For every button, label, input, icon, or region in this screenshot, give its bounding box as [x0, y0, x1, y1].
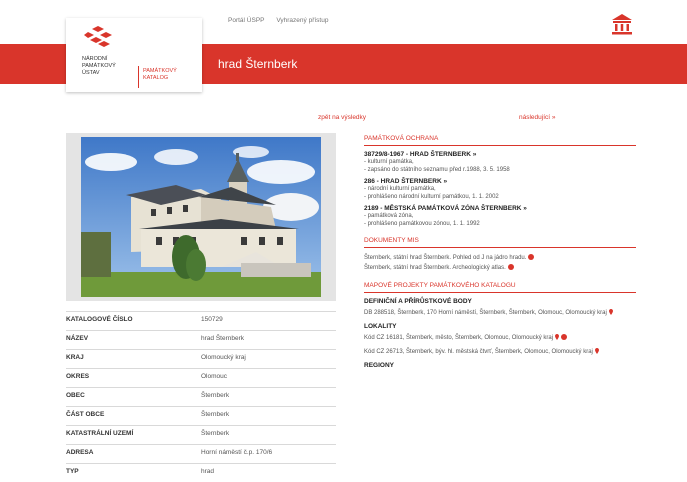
localities-heading: LOKALITY: [364, 323, 397, 330]
property-value: Olomouc: [201, 373, 228, 380]
protection-entry-line: - národní kulturní památka,: [364, 186, 436, 192]
locality-item: Kód CZ 26713, Šternberk, býv. hl. městsk…: [364, 348, 636, 356]
property-row: OKRES Olomouc: [66, 368, 336, 387]
nav-portal-link[interactable]: Portál ÚSPP: [228, 17, 265, 24]
photo-frame: [66, 133, 336, 301]
property-label: TYP: [66, 468, 79, 475]
document-link[interactable]: Šternberk, státní hrad Šternberk. Archeo…: [364, 263, 636, 273]
protection-entry-line: - kulturní památka,: [364, 159, 414, 165]
property-value: Horní náměstí č.p. 170/6: [201, 449, 273, 456]
property-value: Šternberk: [201, 392, 230, 399]
logo-line: ÚSTAV: [82, 70, 100, 76]
logo-sub-line: PAMÁTKOVÝ: [143, 68, 177, 74]
back-to-results-link[interactable]: zpět na výsledky: [318, 114, 366, 121]
locality-value: Kód CZ 16181, Šternberk, město, Šternber…: [364, 335, 554, 341]
property-value: Šternberk: [201, 430, 230, 437]
property-row: KATASTRÁLNÍ UZEMÍ Šternberk: [66, 425, 336, 444]
details-column: PAMÁTKOVÁ OCHRANA 38729/8-1967 - HRAD ŠT…: [364, 135, 636, 373]
property-value: Olomoucký kraj: [201, 354, 246, 361]
logo[interactable]: NÁRODNÍ PAMÁTKOVÝ ÚSTAV PAMÁTKOVÝ KATALO…: [66, 18, 202, 92]
definition-points-heading: DEFINIČNÍ A PŘÍRŮSTKOVÉ BODY: [364, 298, 472, 305]
top-nav: Portál ÚSPP Vyhrazený přístup: [228, 17, 338, 24]
page-title: hrad Šternberk: [218, 57, 298, 71]
document-title: Šternberk, státní hrad Šternberk. Pohled…: [364, 255, 527, 261]
document-icon[interactable]: [528, 254, 535, 260]
property-row: ADRESA Horní náměstí č.p. 170/6: [66, 444, 336, 463]
locality-value: Kód CZ 26713, Šternberk, býv. hl. městsk…: [364, 349, 593, 355]
map-pin-icon[interactable]: [594, 348, 599, 354]
property-label: OKRES: [66, 373, 90, 380]
regions-heading: REGIONY: [364, 362, 394, 369]
logo-divider: [138, 66, 139, 88]
npu-logo-icon: [84, 26, 112, 47]
museum-icon[interactable]: [610, 12, 634, 36]
definition-point-value: DB 288518, Šternberk, 170 Horní náměstí,…: [364, 310, 607, 316]
logo-line: NÁRODNÍ: [82, 56, 108, 62]
next-result-link[interactable]: následující »: [519, 114, 556, 121]
locality-item: Kód CZ 16181, Šternberk, město, Šternber…: [364, 334, 636, 342]
properties-table: KATALOGOVÉ ČÍSLO 150729 NÁZEV hrad Šternbe…: [66, 311, 336, 482]
definition-point-text: DB 288518, Šternberk, 170 Horní náměstí,…: [364, 309, 636, 317]
documents-heading: DOKUMENTY MIS: [364, 237, 636, 248]
nav-restricted-link[interactable]: Vyhrazený přístup: [276, 17, 328, 24]
property-label: NÁZEV: [66, 335, 89, 342]
protection-entry-line: - zapsáno do státního seznamu před r.198…: [364, 167, 510, 173]
protection-entry-line: - prohlášeno národní kulturní památkou, …: [364, 194, 499, 200]
logo-subtext: PAMÁTKOVÝ KATALOG: [143, 68, 203, 82]
info-icon[interactable]: [561, 334, 568, 340]
map-pin-icon[interactable]: [555, 334, 560, 340]
property-label: KRAJ: [66, 354, 84, 361]
property-label: KATALOGOVÉ ČÍSLO: [66, 316, 133, 323]
map-pin-icon[interactable]: [608, 309, 613, 315]
property-value: Šternberk: [201, 411, 230, 418]
protection-entry-line: - prohlášeno památkovou zónou, 1. 1. 199…: [364, 221, 480, 227]
protection-heading: PAMÁTKOVÁ OCHRANA: [364, 135, 636, 146]
property-label: ADRESA: [66, 449, 94, 456]
document-title: Šternberk, státní hrad Šternberk. Archeo…: [364, 265, 506, 271]
property-value: hrad: [201, 468, 215, 475]
protection-entry-link[interactable]: 286 - HRAD ŠTERNBERK »: [364, 178, 636, 185]
property-row: NÁZEV hrad Šternberk: [66, 330, 336, 349]
property-row: TYP hrad: [66, 463, 336, 482]
property-row: KRAJ Olomoucký kraj: [66, 349, 336, 368]
property-value: 150729: [201, 316, 223, 323]
property-row: ČÁST OBCE Šternberk: [66, 406, 336, 425]
projects-heading: MAPOVÉ PROJEKTY PAMÁTKOVÉHO KATALOGU: [364, 282, 636, 293]
document-link[interactable]: Šternberk, státní hrad Šternberk. Pohled…: [364, 253, 636, 263]
property-label: ČÁST OBCE: [66, 411, 105, 418]
property-row: KATALOGOVÉ ČÍSLO 150729: [66, 311, 336, 330]
protection-entry-line: - památková zóna,: [364, 213, 414, 219]
property-label: KATASTRÁLNÍ UZEMÍ: [66, 430, 134, 437]
property-value: hrad Šternberk: [201, 335, 244, 342]
logo-sub-line: KATALOG: [143, 75, 169, 81]
castle-photo[interactable]: [81, 137, 321, 297]
protection-entry-link[interactable]: 38729/8-1967 - HRAD ŠTERNBERK »: [364, 151, 636, 158]
protection-entry-link[interactable]: 2189 - MĚSTSKÁ PAMÁTKOVÁ ZÓNA ŠTERNBERK …: [364, 205, 636, 212]
document-icon[interactable]: [507, 264, 514, 270]
logo-line: PAMÁTKOVÝ: [82, 63, 116, 69]
property-label: OBEC: [66, 392, 85, 399]
logo-text: NÁRODNÍ PAMÁTKOVÝ ÚSTAV: [82, 56, 142, 77]
property-row: OBEC Šternberk: [66, 387, 336, 406]
